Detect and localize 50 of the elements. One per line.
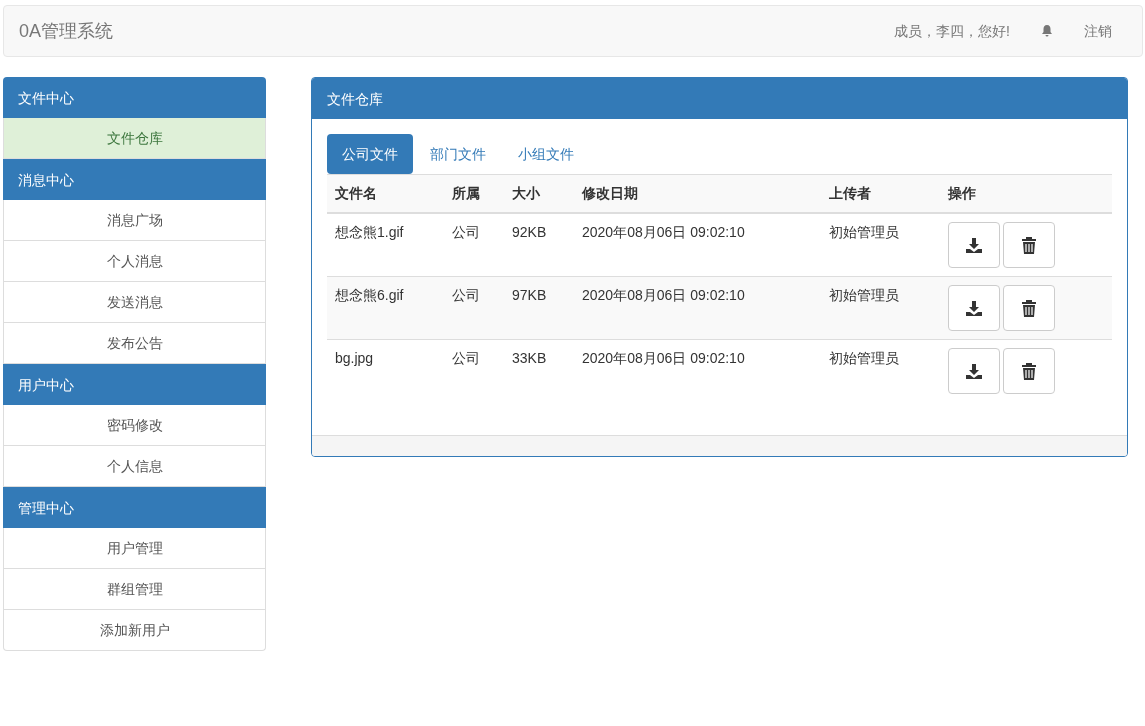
table-cell: 想念熊6.gif [327, 276, 444, 340]
download-icon [965, 236, 983, 254]
app-title: 0A管理系统 [19, 19, 114, 43]
trash-icon [1021, 362, 1037, 380]
bell-icon[interactable] [1040, 24, 1054, 38]
table-cell: 初始管理员 [821, 339, 940, 403]
table-cell: 2020年08月06日 09:02:10 [574, 276, 821, 340]
tab[interactable]: 部门文件 [415, 134, 501, 174]
sidebar-item[interactable]: 密码修改 [3, 405, 266, 446]
tab[interactable]: 公司文件 [327, 134, 413, 174]
sidebar-item[interactable]: 群组管理 [3, 569, 266, 610]
logout-link[interactable]: 注销 [1069, 20, 1127, 42]
table-cell: bg.jpg [327, 339, 444, 403]
download-button[interactable] [948, 285, 1000, 331]
table-cell: 初始管理员 [821, 276, 940, 340]
table-cell: 33KB [504, 339, 574, 403]
delete-button[interactable] [1003, 348, 1055, 394]
table-cell: 公司 [444, 339, 504, 403]
table-cell: 97KB [504, 276, 574, 340]
delete-button[interactable] [1003, 222, 1055, 268]
table-cell: 公司 [444, 276, 504, 340]
greeting-text: 成员，李四，您好! [893, 21, 1011, 41]
sidebar-section-title: 文件中心 [3, 77, 266, 118]
column-header: 修改日期 [574, 174, 821, 213]
download-icon [965, 299, 983, 317]
sidebar-section-title: 用户中心 [3, 364, 266, 405]
sidebar-item[interactable]: 消息广场 [3, 200, 266, 241]
table-cell: 2020年08月06日 09:02:10 [574, 339, 821, 403]
download-button[interactable] [948, 348, 1000, 394]
panel-title: 文件仓库 [312, 78, 1127, 119]
sidebar-item[interactable]: 用户管理 [3, 528, 266, 569]
sidebar-item[interactable]: 发送消息 [3, 282, 266, 323]
column-header: 所属 [444, 174, 504, 213]
column-header: 上传者 [821, 174, 940, 213]
trash-icon [1021, 299, 1037, 317]
download-button[interactable] [948, 222, 1000, 268]
column-header: 操作 [940, 174, 1112, 213]
column-header: 大小 [504, 174, 574, 213]
sidebar-section-title: 管理中心 [3, 487, 266, 528]
sidebar-section-title: 消息中心 [3, 159, 266, 200]
tab[interactable]: 小组文件 [503, 134, 589, 174]
download-icon [965, 362, 983, 380]
column-header: 文件名 [327, 174, 444, 213]
sidebar-item[interactable]: 文件仓库 [3, 118, 266, 159]
delete-button[interactable] [1003, 285, 1055, 331]
sidebar-item[interactable]: 个人信息 [3, 446, 266, 487]
trash-icon [1021, 236, 1037, 254]
sidebar-item[interactable]: 个人消息 [3, 241, 266, 282]
sidebar-item[interactable]: 发布公告 [3, 323, 266, 364]
sidebar-item[interactable]: 添加新用户 [3, 610, 266, 651]
